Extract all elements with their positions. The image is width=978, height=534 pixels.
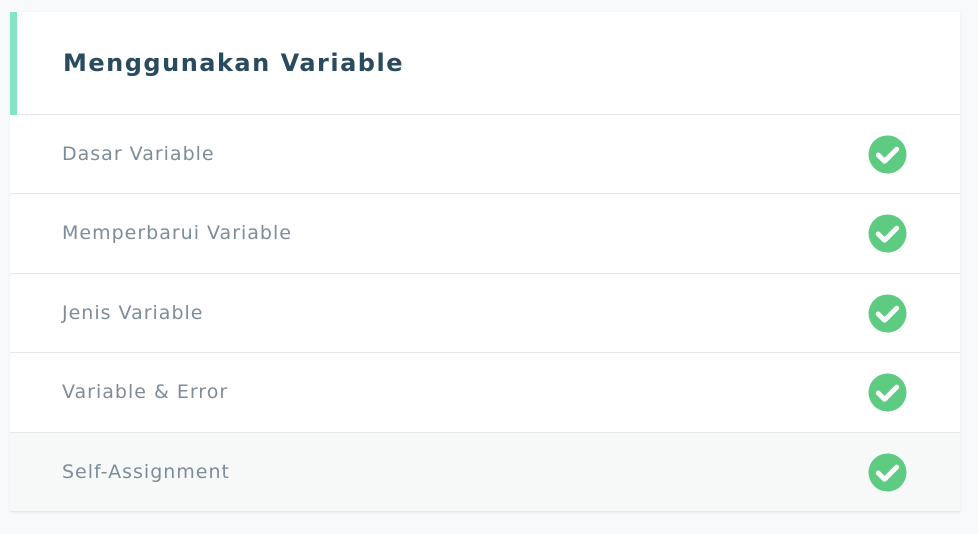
check-circle-icon — [868, 453, 907, 492]
lesson-item[interactable]: Dasar Variable — [10, 115, 960, 195]
lesson-item[interactable]: Variable & Error — [10, 353, 960, 433]
check-circle-icon — [868, 214, 907, 253]
module-title: Menggunakan Variable — [63, 49, 404, 77]
lesson-label: Dasar Variable — [62, 143, 215, 165]
lesson-label: Jenis Variable — [62, 301, 204, 324]
lesson-list: Dasar Variable Memperbarui Variable Jeni… — [10, 115, 960, 512]
check-circle-icon — [868, 294, 907, 333]
accent-bar — [10, 12, 17, 115]
check-circle-icon — [868, 135, 907, 174]
lesson-item[interactable]: Jenis Variable — [10, 274, 960, 354]
lesson-label: Memperbarui Variable — [62, 222, 292, 245]
lesson-label: Variable & Error — [62, 381, 229, 404]
check-circle-icon — [868, 373, 907, 412]
module-header: Menggunakan Variable — [10, 12, 960, 115]
lesson-item[interactable]: Self-Assignment — [10, 432, 960, 512]
module-card: Menggunakan Variable Dasar Variable Memp… — [10, 12, 960, 512]
lesson-item[interactable]: Memperbarui Variable — [10, 194, 960, 274]
lesson-label: Self-Assignment — [62, 460, 230, 483]
